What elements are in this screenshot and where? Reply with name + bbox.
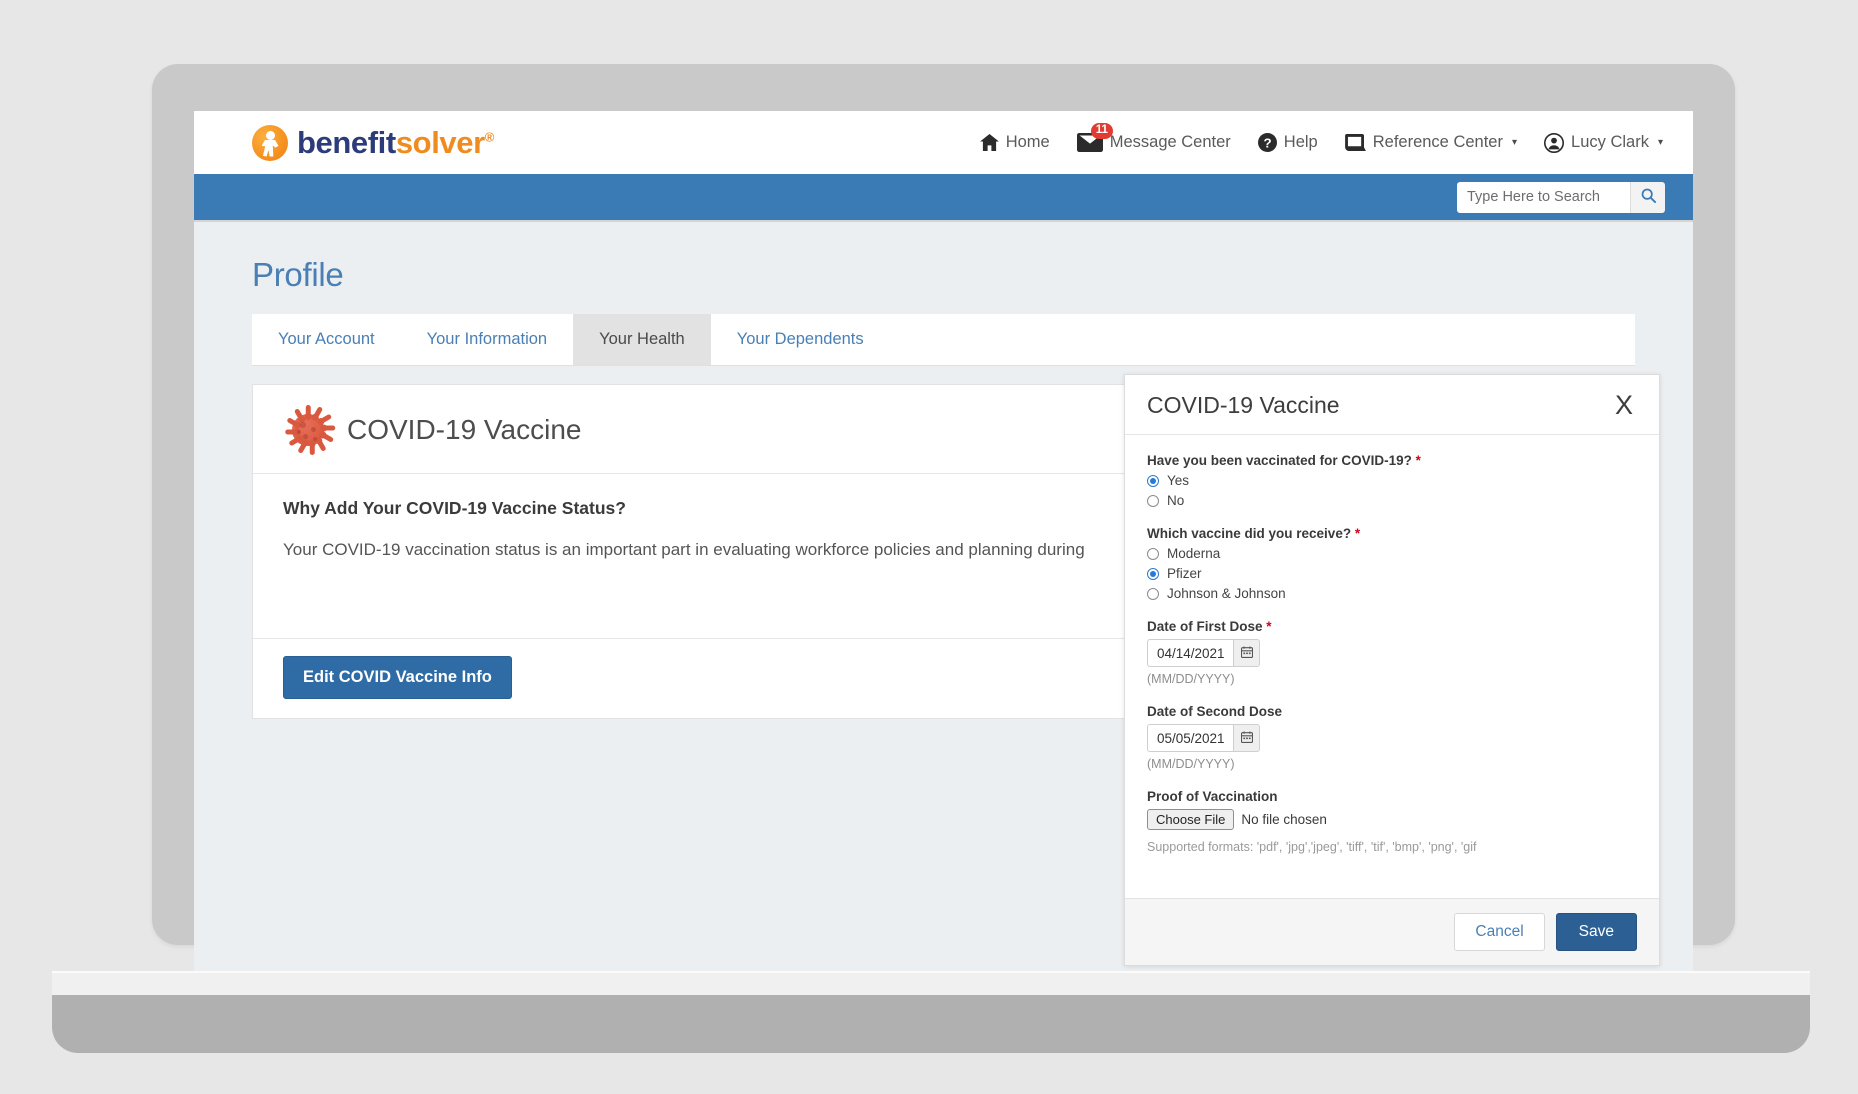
radio-option-no[interactable]: No	[1147, 493, 1637, 508]
page-content: Profile Your Account Your Information Yo…	[194, 222, 1693, 987]
nav-item-home[interactable]: Home	[979, 133, 1050, 152]
file-upload-row: Choose File No file chosen	[1147, 809, 1637, 830]
tab-your-dependents[interactable]: Your Dependents	[711, 314, 890, 365]
nav-label-help: Help	[1283, 133, 1318, 151]
nav-label-home: Home	[1005, 133, 1050, 151]
chevron-down-icon: ▾	[1657, 137, 1663, 148]
top-navigation: Home 11 Message Center ? Help Reference …	[979, 111, 1663, 174]
date-second-dose-row	[1147, 724, 1637, 752]
covid-vaccine-modal: COVID-19 Vaccine X Have you been vaccina…	[1124, 374, 1660, 966]
coronavirus-icon	[283, 405, 336, 455]
radio-option-pfizer[interactable]: Pfizer	[1147, 566, 1637, 581]
label-text: Date of First Dose	[1147, 619, 1263, 634]
field-proof-of-vaccination: Proof of Vaccination Choose File No file…	[1147, 789, 1637, 854]
laptop-hinge	[52, 971, 1810, 995]
message-count-badge: 11	[1090, 123, 1113, 139]
search-widget	[1457, 181, 1665, 213]
laptop-frame: benefitsolver® Home 11 Message Center ? …	[152, 64, 1735, 987]
tab-your-information[interactable]: Your Information	[401, 314, 573, 365]
label-vaccinated-question: Have you been vaccinated for COVID-19? *	[1147, 453, 1637, 468]
radio-icon	[1147, 587, 1159, 600]
nav-item-message-center[interactable]: 11 Message Center	[1076, 123, 1231, 152]
label-proof-of-vaccination: Proof of Vaccination	[1147, 789, 1278, 804]
label-date-second-dose: Date of Second Dose	[1147, 704, 1637, 719]
nav-item-user-menu[interactable]: Lucy Clark ▾	[1544, 132, 1663, 153]
modal-title: COVID-19 Vaccine	[1147, 392, 1340, 418]
profile-tabs: Your Account Your Information Your Healt…	[252, 314, 1635, 366]
modal-body: Have you been vaccinated for COVID-19? *…	[1125, 435, 1659, 898]
field-date-second-dose: Date of Second Dose (MM/DD/YYYY)	[1147, 704, 1637, 771]
field-vaccinated-question: Have you been vaccinated for COVID-19? *…	[1147, 453, 1637, 508]
radio-option-moderna[interactable]: Moderna	[1147, 546, 1637, 561]
nav-label-message-center: Message Center	[1109, 133, 1231, 151]
hint-date-first-dose: (MM/DD/YYYY)	[1147, 672, 1235, 686]
chevron-down-icon: ▾	[1511, 137, 1518, 148]
logo-wordmark: benefitsolver®	[297, 125, 494, 161]
radio-label: Pfizer	[1167, 566, 1202, 581]
svg-text:?: ?	[1263, 135, 1271, 150]
choose-file-button[interactable]: Choose File	[1147, 809, 1235, 830]
site-header: benefitsolver® Home 11 Message Center ? …	[194, 111, 1693, 174]
field-date-first-dose: Date of First Dose * (MM/DD/YYYY)	[1147, 619, 1637, 686]
modal-footer: Cancel Save	[1125, 898, 1659, 965]
search-input[interactable]	[1457, 181, 1630, 213]
required-asterisk: *	[1354, 526, 1361, 541]
modal-header: COVID-19 Vaccine X	[1125, 375, 1659, 435]
cancel-button[interactable]: Cancel	[1454, 913, 1545, 951]
label-vaccine-type-question: Which vaccine did you receive? *	[1147, 526, 1637, 541]
date-second-dose-input[interactable]	[1147, 724, 1233, 752]
question-circle-icon: ?	[1257, 133, 1277, 152]
logo-mark-icon	[252, 124, 288, 161]
tab-your-account[interactable]: Your Account	[252, 314, 401, 365]
radio-label: Moderna	[1167, 546, 1221, 561]
nav-item-reference-center[interactable]: Reference Center ▾	[1344, 133, 1518, 152]
radio-option-johnson-and-johnson[interactable]: Johnson & Johnson	[1147, 586, 1637, 601]
user-circle-icon	[1544, 132, 1565, 153]
calendar-picker-first-dose-button[interactable]	[1233, 639, 1260, 667]
radio-label: Johnson & Johnson	[1167, 586, 1286, 601]
field-vaccine-type-question: Which vaccine did you receive? * Moderna…	[1147, 526, 1637, 601]
edit-covid-vaccine-info-button[interactable]: Edit COVID Vaccine Info	[283, 656, 512, 699]
date-first-dose-row	[1147, 639, 1637, 667]
nav-label-user: Lucy Clark	[1571, 133, 1649, 151]
label-text: Have you been vaccinated for COVID-19?	[1147, 453, 1412, 468]
calendar-picker-second-dose-button[interactable]	[1233, 724, 1260, 752]
laptop-base	[52, 995, 1810, 1053]
home-icon	[979, 134, 999, 151]
nav-item-help[interactable]: ? Help	[1257, 133, 1318, 152]
radio-option-yes[interactable]: Yes	[1147, 473, 1637, 488]
label-date-first-dose: Date of First Dose *	[1147, 619, 1637, 634]
logo-text-benefit: benefit	[297, 124, 396, 160]
book-icon	[1344, 134, 1366, 151]
nav-label-reference-center: Reference Center	[1372, 133, 1503, 151]
date-first-dose-input[interactable]	[1147, 639, 1233, 667]
page-title: Profile	[252, 256, 344, 293]
browser-viewport: benefitsolver® Home 11 Message Center ? …	[194, 111, 1693, 987]
radio-icon	[1147, 567, 1159, 580]
calendar-icon	[1240, 731, 1253, 746]
benefitsolver-logo[interactable]: benefitsolver®	[252, 124, 494, 161]
search-button[interactable]	[1630, 181, 1665, 213]
logo-text-solver: solver	[395, 124, 485, 160]
supported-formats-text: Supported formats: 'pdf', 'jpg','jpeg', …	[1147, 840, 1477, 854]
logo-trademark: ®	[484, 129, 495, 145]
radio-icon	[1147, 494, 1159, 507]
radio-label: Yes	[1167, 473, 1190, 488]
label-text: Which vaccine did you receive?	[1147, 526, 1352, 541]
search-bar	[194, 174, 1693, 222]
card-title: COVID-19 Vaccine	[347, 414, 582, 445]
close-icon[interactable]: X	[1611, 392, 1637, 419]
save-button[interactable]: Save	[1555, 913, 1637, 951]
required-asterisk: *	[1266, 619, 1272, 634]
required-asterisk: *	[1415, 453, 1421, 468]
label-text: Date of Second Dose	[1147, 704, 1283, 719]
radio-label: No	[1167, 493, 1185, 508]
radio-icon	[1147, 547, 1159, 560]
radio-icon	[1147, 474, 1159, 487]
file-status-text: No file chosen	[1241, 812, 1327, 827]
calendar-icon	[1240, 646, 1253, 661]
tab-your-health[interactable]: Your Health	[573, 314, 711, 365]
search-icon	[1641, 188, 1656, 206]
hint-date-second-dose: (MM/DD/YYYY)	[1147, 757, 1235, 771]
